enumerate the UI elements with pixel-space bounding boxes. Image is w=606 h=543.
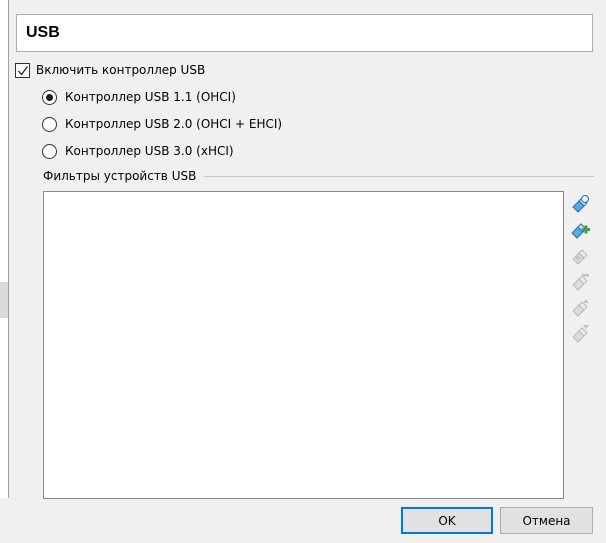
checkmark-icon [18,65,29,76]
enable-usb-controller-checkbox[interactable]: Включить контроллер USB [15,61,205,79]
group-divider [204,175,594,177]
usb-filters-label: Фильтры устройств USB [43,169,197,183]
radio-usb-3-0-dot[interactable] [42,143,57,159]
usb-filters-list[interactable] [43,191,564,499]
radio-usb-1-1-label: Контроллер USB 1.1 (OHCI) [65,90,236,104]
cancel-button[interactable]: Отмена [500,507,593,534]
add-filter-from-device-button[interactable] [569,219,591,241]
radio-usb-3-0[interactable]: Контроллер USB 3.0 (xHCI) [42,142,234,160]
radio-usb-1-1[interactable]: Контроллер USB 1.1 (OHCI) [42,88,236,106]
settings-nav-panel-edge [0,0,9,498]
edit-filter-button[interactable] [569,245,591,267]
radio-usb-2-0-dot[interactable] [42,116,57,132]
enable-usb-controller-label: Включить контроллер USB [36,63,206,77]
settings-nav-scrollbar[interactable] [0,282,8,318]
add-empty-filter-button[interactable] [569,193,591,215]
radio-usb-3-0-label: Контроллер USB 3.0 (xHCI) [65,144,234,158]
radio-usb-2-0[interactable]: Контроллер USB 2.0 (OHCI + EHCI) [42,115,282,133]
usb-filter-add-empty-icon [572,195,589,213]
move-filter-up-button[interactable] [569,297,591,319]
radio-usb-2-0-label: Контроллер USB 2.0 (OHCI + EHCI) [65,117,283,131]
usb-filter-edit-icon [572,249,588,265]
usb-filter-add-from-device-icon [571,223,590,239]
checkbox-box[interactable] [15,62,30,78]
usb-filter-move-down-icon [572,325,589,343]
move-filter-down-button[interactable] [569,323,591,345]
page-title-box: USB [16,14,593,52]
usb-filter-remove-icon [572,274,589,291]
ok-button[interactable]: OK [401,507,493,534]
remove-filter-button[interactable] [569,271,591,293]
radio-usb-1-1-dot[interactable] [42,89,57,105]
usb-filter-move-up-icon [572,299,589,317]
page-title: USB [26,24,60,41]
usb-filters-group: Фильтры устройств USB [43,169,594,183]
usb-settings-dialog: USB Включить контроллер USB Контроллер U… [0,0,606,543]
